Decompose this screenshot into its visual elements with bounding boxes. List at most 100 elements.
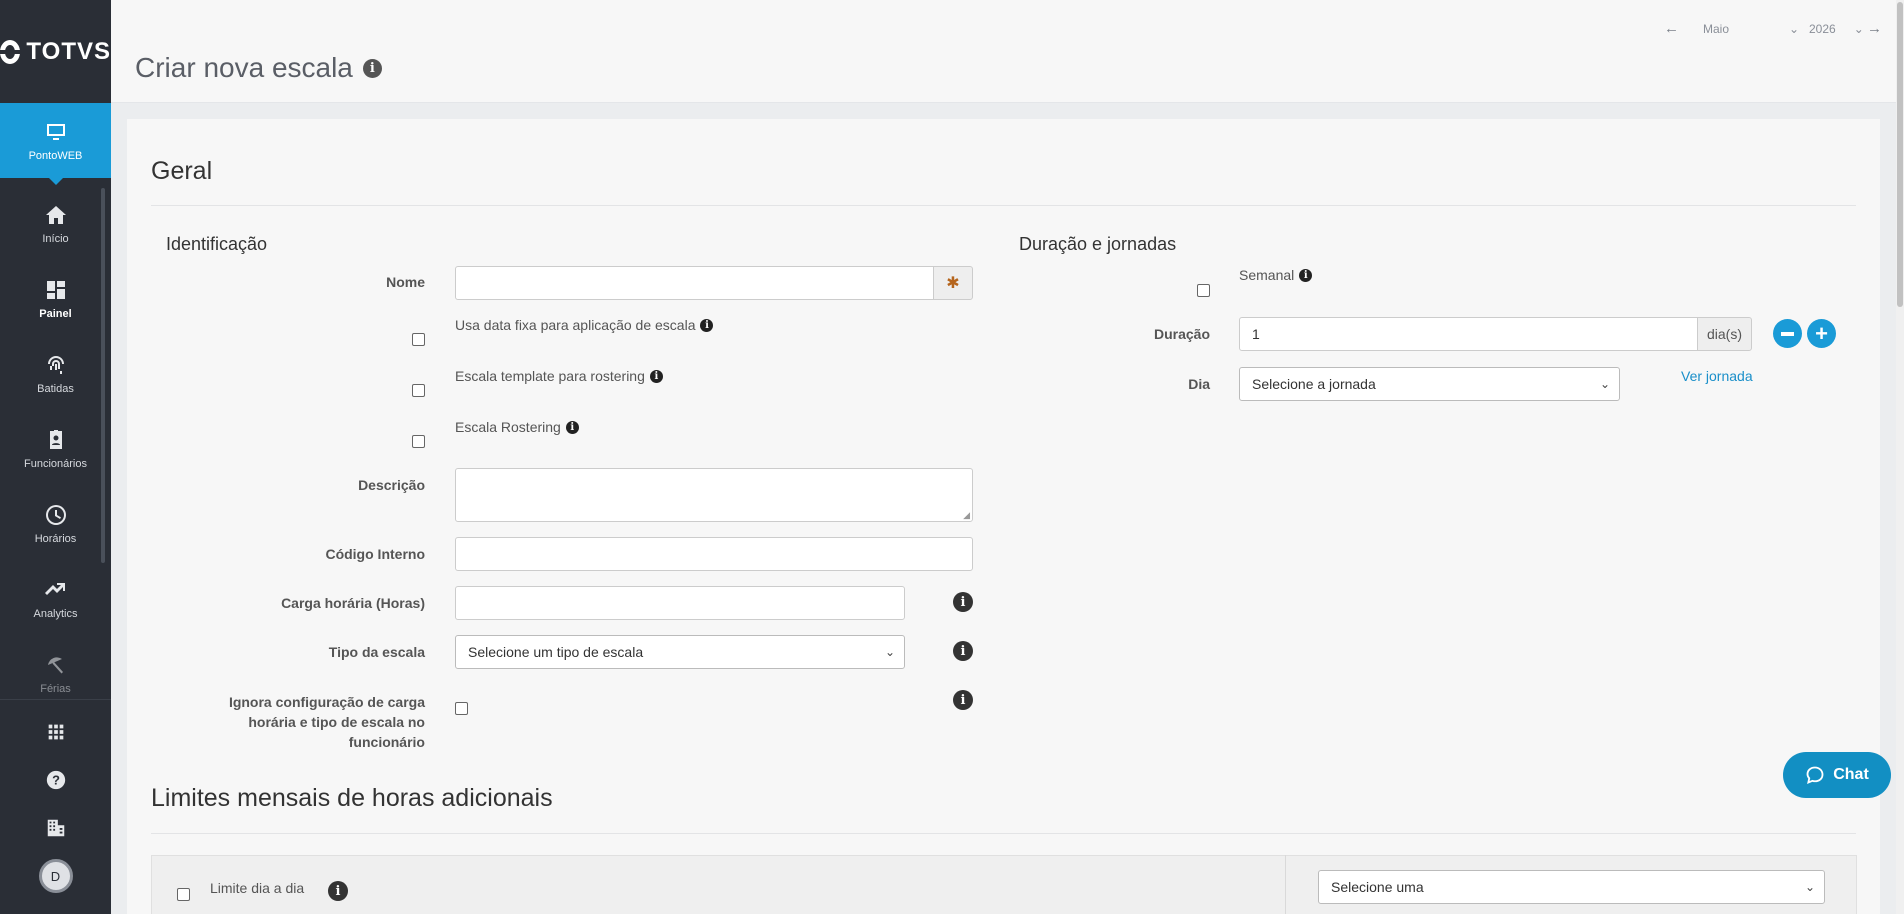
- app-frame: TOTVS PontoWEB Início Painel Batidas Fun…: [0, 0, 1904, 914]
- month-select[interactable]: Maio ⌄: [1689, 22, 1799, 36]
- brand-name: TOTVS: [26, 37, 111, 65]
- nav-item-painel[interactable]: Painel: [0, 261, 111, 336]
- remove-day-button[interactable]: [1773, 319, 1802, 348]
- limite-dia-a-dia-checkbox[interactable]: [177, 888, 190, 901]
- info-icon[interactable]: i: [1299, 268, 1313, 282]
- required-asterisk-icon: ✱: [933, 266, 973, 300]
- add-day-button[interactable]: +: [1807, 319, 1836, 348]
- ignora-label-line: Ignora configuração de carga: [228, 694, 425, 710]
- sidebar: TOTVS PontoWEB Início Painel Batidas Fun…: [0, 0, 111, 914]
- jornada-value: Selecione a jornada: [1252, 376, 1376, 392]
- codigo-interno-input[interactable]: [455, 537, 973, 571]
- dashboard-icon: [46, 280, 65, 299]
- resize-handle-icon[interactable]: ◢: [963, 510, 970, 521]
- nav-label-horarios: Horários: [34, 532, 77, 545]
- nav-item-inicio[interactable]: Início: [0, 186, 111, 261]
- info-icon[interactable]: i: [953, 641, 973, 661]
- carga-horaria-input[interactable]: [455, 586, 905, 620]
- year-select[interactable]: 2026 ⌄: [1809, 21, 1864, 36]
- page-header: Criar nova escala i ← Maio ⌄ 2026 ⌄ →: [111, 0, 1896, 103]
- rostering-text: Escala Rostering: [455, 419, 561, 435]
- app-switcher-label: PontoWEB: [28, 149, 83, 162]
- info-icon[interactable]: i: [700, 318, 714, 332]
- totvs-logo[interactable]: TOTVS: [0, 0, 111, 103]
- nav-list: Início Painel Batidas Funcionários Horár…: [0, 178, 111, 693]
- semanal-text: Semanal: [1239, 267, 1295, 283]
- nav-item-batidas[interactable]: Batidas: [0, 336, 111, 411]
- section-title-geral: Geral: [151, 157, 213, 185]
- info-icon[interactable]: i: [362, 58, 382, 78]
- chevron-down-icon: ⌄: [884, 645, 895, 659]
- chat-button[interactable]: Chat: [1783, 752, 1891, 798]
- limite-dia-a-dia-text: Limite dia a dia: [210, 880, 305, 896]
- help-icon: ?: [46, 770, 65, 790]
- user-menu[interactable]: D: [0, 852, 111, 900]
- page-scrollbar[interactable]: [1896, 0, 1904, 914]
- rostering-checkbox[interactable]: [412, 435, 425, 448]
- plus-icon: +: [1815, 320, 1828, 346]
- ignora-label-line: funcionário: [348, 734, 425, 750]
- tipo-escala-label: Tipo da escala: [328, 644, 425, 660]
- semanal-checkbox[interactable]: [1197, 284, 1210, 297]
- year-value: 2026: [1809, 21, 1836, 36]
- tipo-escala-select[interactable]: Selecione um tipo de escala ⌄: [455, 635, 905, 669]
- limits-select[interactable]: Selecione uma ⌄: [1318, 870, 1825, 904]
- beach-umbrella-icon: [47, 656, 63, 673]
- tipo-escala-value: Selecione um tipo de escala: [468, 644, 644, 660]
- help-button[interactable]: ?: [0, 756, 111, 804]
- page-title: Criar nova escala i: [135, 52, 382, 84]
- next-month-arrow-icon[interactable]: →: [1867, 20, 1882, 37]
- template-rostering-checkbox[interactable]: [412, 384, 425, 397]
- previous-month-arrow-icon[interactable]: ←: [1664, 20, 1679, 37]
- apps-grid-icon: [48, 724, 63, 740]
- template-rostering-text: Escala template para rostering: [455, 368, 645, 384]
- divider: [151, 205, 1856, 206]
- duracao-input[interactable]: 1: [1239, 317, 1698, 351]
- nome-label: Nome: [386, 274, 425, 290]
- identification-title: Identificação: [166, 234, 268, 254]
- section-title-limits: Limites mensais de horas adicionais: [151, 784, 553, 812]
- nav-label-analytics: Analytics: [33, 607, 78, 620]
- avatar: D: [38, 859, 73, 893]
- fixed-date-checkbox[interactable]: [412, 333, 425, 346]
- ignora-configuracao-label: Ignora configuração de carga horária e t…: [200, 692, 425, 752]
- clock-icon: [45, 504, 66, 525]
- ver-jornada-link[interactable]: Ver jornada: [1681, 368, 1753, 384]
- nav-label-funcionarios: Funcionários: [24, 457, 87, 470]
- sidebar-bottom: ? D: [0, 699, 111, 914]
- nome-input[interactable]: [455, 266, 934, 300]
- page-title-text: Criar nova escala: [135, 52, 353, 83]
- duration-title: Duração e jornadas: [1019, 234, 1177, 254]
- chat-label: Chat: [1833, 766, 1869, 783]
- sidebar-scrollbar[interactable]: [101, 188, 105, 563]
- nav-item-analytics[interactable]: Analytics: [0, 561, 111, 636]
- fixed-date-text: Usa data fixa para aplicação de escala: [455, 317, 696, 333]
- info-icon[interactable]: i: [953, 592, 973, 612]
- info-icon[interactable]: i: [565, 420, 579, 434]
- template-rostering-label: Escala template para rostering i: [455, 368, 663, 384]
- nav-item-horarios[interactable]: Horários: [0, 486, 111, 561]
- chevron-down-icon: ⌄: [1599, 377, 1610, 391]
- nav-item-ferias[interactable]: Férias: [0, 636, 111, 693]
- page-scrollbar-thumb[interactable]: [1897, 2, 1903, 307]
- apps-grid-button[interactable]: [0, 708, 111, 756]
- home-icon: [45, 205, 66, 224]
- chevron-down-icon: ⌄: [1788, 21, 1799, 36]
- ignora-configuracao-checkbox[interactable]: [455, 702, 468, 715]
- carga-horaria-label: Carga horária (Horas): [281, 595, 425, 611]
- company-button[interactable]: [0, 804, 111, 852]
- nav-item-funcionarios[interactable]: Funcionários: [0, 411, 111, 486]
- descricao-textarea[interactable]: ◢: [455, 468, 973, 522]
- totvs-logo-mark-icon: [0, 39, 21, 64]
- divider: [151, 833, 1856, 834]
- limits-select-value: Selecione uma: [1331, 879, 1424, 895]
- info-icon[interactable]: i: [649, 369, 663, 383]
- nav-label-ferias: Férias: [40, 682, 71, 694]
- fingerprint-icon: [47, 355, 64, 374]
- info-icon[interactable]: i: [953, 690, 973, 710]
- chevron-down-icon: ⌄: [1853, 21, 1864, 36]
- info-icon[interactable]: i: [328, 881, 348, 901]
- semanal-label: Semanal i: [1239, 267, 1313, 283]
- jornada-select[interactable]: Selecione a jornada ⌄: [1239, 367, 1620, 401]
- app-switcher-pontoweb[interactable]: PontoWEB: [0, 103, 111, 185]
